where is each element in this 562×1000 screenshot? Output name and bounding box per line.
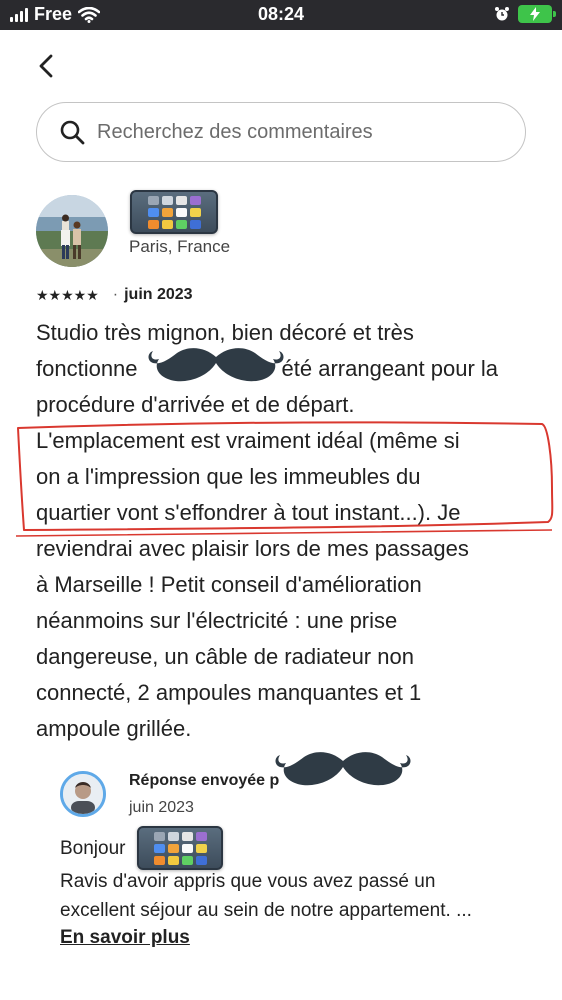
charging-bolt-icon (530, 7, 540, 21)
host-photo (63, 774, 103, 814)
review-meta: ★★★★★ · juin 2023 (36, 286, 193, 304)
search-bar[interactable] (36, 102, 526, 162)
host-avatar[interactable] (60, 771, 106, 817)
response-line: Ravis d'avoir appris que vous avez passé… (60, 871, 436, 892)
response-date: juin 2023 (129, 799, 194, 816)
review-line: ampoule grillée. (36, 716, 192, 741)
reviewer-location: Paris, France (129, 237, 231, 256)
review-line: à Marseille ! Petit conseil d'améliorati… (36, 572, 422, 597)
reviewer-photo (36, 195, 108, 267)
highlight-annotation (15, 421, 554, 537)
review-line: connecté, 2 ampoules manquantes et 1 (36, 680, 422, 705)
host-name-redaction-sticker (137, 826, 223, 870)
response-body: Ravis d'avoir appris que vous avez passé… (60, 867, 540, 925)
reviewer-name-redaction-sticker (130, 190, 218, 234)
response-line: excellent séjour au sein de notre appart… (60, 900, 472, 921)
search-input[interactable] (97, 120, 477, 144)
review-line: dangereuse, un câble de radiateur non (36, 644, 414, 669)
read-more-link[interactable]: En savoir plus (60, 927, 190, 949)
reviewer-avatar[interactable] (36, 195, 108, 267)
alarm-icon (495, 7, 509, 21)
search-icon (60, 120, 85, 145)
star-rating: ★★★★★ (36, 286, 99, 303)
status-time: 08:24 (257, 4, 305, 24)
back-button[interactable] (30, 50, 62, 82)
review-line-part: fonctionne (36, 356, 138, 381)
status-right (494, 5, 556, 23)
response-title: Réponse envoyée p (129, 772, 280, 789)
response-greeting: Bonjour (60, 838, 126, 859)
chevron-left-icon (39, 54, 53, 78)
mustache-redaction-sticker (148, 348, 284, 382)
review-line: néanmoins sur l'électricité : une prise (36, 608, 398, 633)
review-line-part: été arrangeant pour la (281, 356, 499, 381)
status-bar: Free 08:24 (0, 0, 562, 30)
battery-icon (518, 5, 556, 23)
mustache-redaction-sticker (275, 752, 411, 786)
review-date: juin 2023 (124, 286, 193, 303)
separator-dot: · (112, 286, 119, 303)
